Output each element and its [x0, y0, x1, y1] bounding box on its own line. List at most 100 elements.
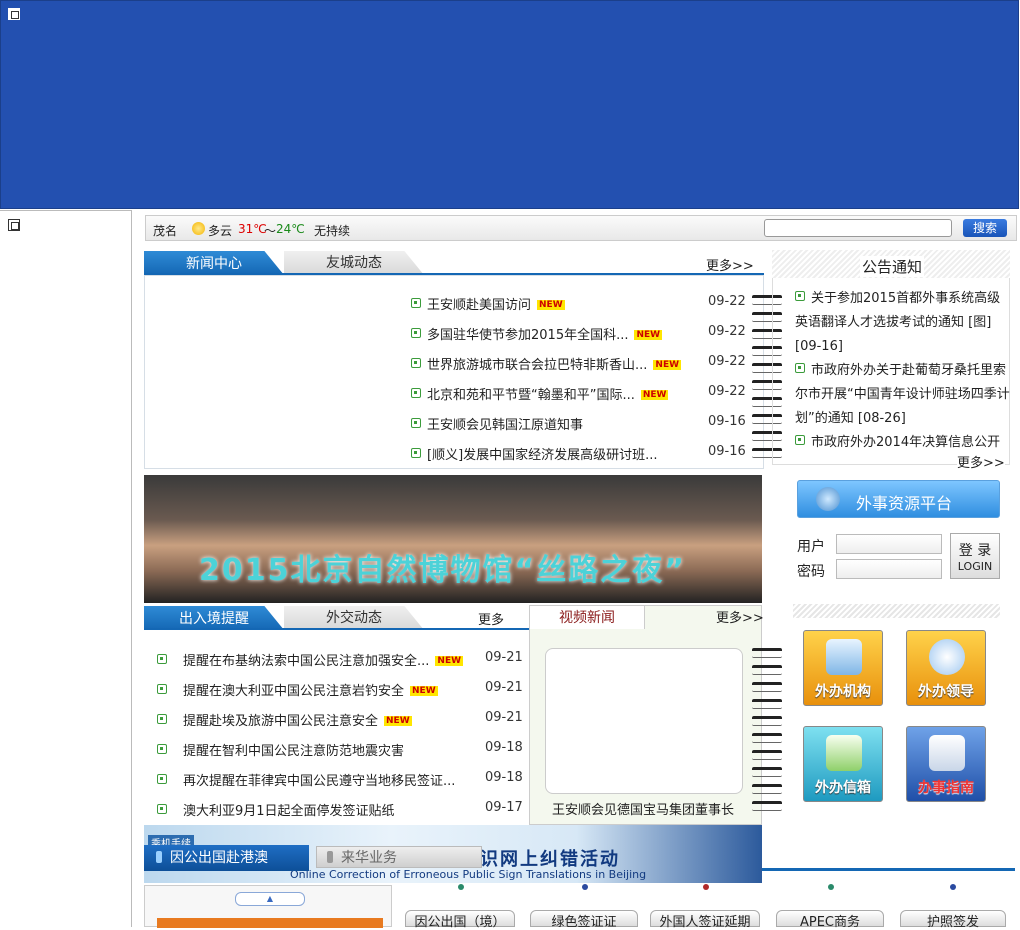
entry-title[interactable]: 澳大利亚9月1日起全面停发签证贴纸 [183, 804, 395, 819]
new-badge: NEW [410, 686, 438, 696]
bullet-icon [157, 744, 167, 754]
entry-date: 09-21 [485, 710, 523, 725]
entry-panel: 提醒在布基纳法索中国公民注意加强安全... NEW 09-21 提醒在澳大利亚中国… [144, 630, 528, 826]
news-title[interactable]: 王安顺会见韩国江原道知事 [427, 418, 583, 433]
sun-icon [192, 222, 205, 235]
video-thumbnail[interactable] [545, 648, 743, 794]
video-caption[interactable]: 王安顺会见德国宝马集团董事长 [552, 799, 734, 818]
password-field[interactable] [836, 559, 942, 579]
event-photo[interactable]: 2015北京自然博物馆“丝路之夜” [144, 475, 762, 603]
tile-foreign-office-agency[interactable]: 外办机构 [803, 630, 883, 706]
notice-more-link[interactable]: 更多>> [957, 452, 1005, 471]
news-item[interactable]: 世界旅游城市联合会拉巴特非斯香山... NEW [411, 354, 682, 376]
entry-title[interactable]: 提醒在布基纳法索中国公民注意加强安全... [183, 654, 429, 669]
entry-item[interactable]: 提醒在智利中国公民注意防范地震灾害 [157, 740, 404, 762]
tab-sister-city[interactable]: 友城动态 [284, 251, 424, 275]
news-title[interactable]: [顺义]发展中国家经济发展高级研讨班... [427, 448, 658, 463]
bottom-left-box: ▲ [144, 885, 392, 928]
bullet-icon [157, 714, 167, 724]
bullet-icon [795, 291, 805, 301]
entry-title[interactable]: 提醒赴埃及旅游中国公民注意安全 [183, 714, 378, 729]
tile-foreign-office-mailbox[interactable]: 外办信箱 [803, 726, 883, 802]
news-item[interactable]: 王安顺赴美国访问 NEW [411, 294, 565, 316]
entry-more-link[interactable]: 更多 [478, 609, 504, 628]
tab-entry-exit-reminder[interactable]: 出入境提醒 [144, 606, 284, 630]
card-apec-business[interactable]: APEC商务 [776, 910, 884, 930]
scroll-up-button[interactable]: ▲ [235, 892, 305, 906]
login-button-label: 登 录 [958, 543, 992, 559]
top-banner [0, 0, 1019, 209]
entry-date: 09-18 [485, 740, 523, 755]
entry-date: 09-17 [485, 800, 523, 815]
card-visa-extension[interactable]: 外国人签证延期 [650, 910, 760, 930]
photo-caption: 2015北京自然博物馆“丝路之夜” [199, 553, 686, 588]
card-label: APEC商务 [799, 915, 861, 930]
news-more-link[interactable]: 更多>> [706, 255, 754, 274]
new-badge: NEW [653, 360, 682, 370]
news-image-area [145, 276, 409, 468]
new-badge: NEW [634, 330, 663, 340]
new-badge: NEW [384, 716, 412, 726]
news-date: 09-16 [708, 414, 746, 429]
tab-news-center[interactable]: 新闻中心 [144, 251, 284, 275]
search-input[interactable] [764, 219, 952, 237]
card-official-abroad[interactable]: 因公出国（境） [405, 910, 515, 930]
binder-coil [752, 767, 782, 777]
entry-item[interactable]: 澳大利亚9月1日起全面停发签证贴纸 [157, 800, 395, 822]
entry-title[interactable]: 再次提醒在菲律宾中国公民遵守当地移民签证... [183, 774, 455, 789]
monitor-icon [826, 639, 862, 675]
pin-icon [458, 884, 464, 890]
resource-platform-button[interactable]: 外事资源平台 [797, 480, 1000, 518]
weather-condition: 多云 [208, 224, 233, 238]
notice-item[interactable]: 关于参加2015首都外事系统高级英语翻译人才选拔考试的通知 [图][09-16] [795, 287, 1010, 359]
search-button[interactable]: 搜索 [963, 219, 1007, 237]
notice-item-text[interactable]: 市政府外办2014年决算信息公开 [811, 435, 1000, 450]
tab-video-news[interactable]: 视频新闻 [530, 606, 645, 629]
tab-china-business[interactable]: 来华业务 [316, 846, 482, 868]
entry-item[interactable]: 提醒在布基纳法索中国公民注意加强安全... NEW [157, 650, 464, 672]
document-check-icon [929, 735, 965, 771]
news-title[interactable]: 世界旅游城市联合会拉巴特非斯香山... [427, 358, 647, 373]
entry-item[interactable]: 提醒在澳大利亚中国公民注意岩钓安全 NEW [157, 680, 438, 702]
news-item[interactable]: [顺义]发展中国家经济发展高级研讨班... [411, 444, 658, 466]
envelope-icon [826, 735, 862, 771]
pin-icon [950, 884, 956, 890]
binder-coil [752, 665, 782, 675]
tab-label: 来华业务 [341, 850, 397, 866]
binder-coil [752, 750, 782, 760]
bullet-icon [411, 388, 421, 398]
card-green-visa[interactable]: 绿色签证证 [530, 910, 638, 930]
tab-official-travel[interactable]: 因公出国赴港澳 [144, 845, 309, 871]
username-label: 用户 [797, 539, 825, 555]
tile-label: 办事指南 [918, 780, 974, 796]
news-item[interactable]: 北京和苑和平节暨“翰墨和平”国际... NEW [411, 384, 669, 406]
card-passport[interactable]: 护照签发 [900, 910, 1006, 930]
news-item[interactable]: 王安顺会见韩国江原道知事 [411, 414, 583, 436]
entry-item[interactable]: 再次提醒在菲律宾中国公民遵守当地移民签证... [157, 770, 455, 792]
tile-foreign-office-leaders[interactable]: 外办领导 [906, 630, 986, 706]
user-globe-icon [929, 639, 965, 675]
tile-service-guide[interactable]: 办事指南 [906, 726, 986, 802]
entry-title[interactable]: 提醒在澳大利亚中国公民注意岩钓安全 [183, 684, 404, 699]
binder-coil [752, 716, 782, 726]
card-label: 护照签发 [926, 915, 979, 930]
news-title[interactable]: 王安顺赴美国访问 [427, 298, 531, 313]
notice-item-text[interactable]: 关于参加2015首都外事系统高级英语翻译人才选拔考试的通知 [图][09-16] [795, 291, 1000, 354]
bullet-icon [157, 804, 167, 814]
new-badge: NEW [537, 300, 565, 310]
notice-item-text[interactable]: 市政府外办关于赴葡萄牙桑托里索尔市开展“中国青年设计师驻场四季计划”的通知 [0… [795, 363, 1010, 426]
news-item[interactable]: 多国驻华使节参加2015年全国科... NEW [411, 324, 663, 346]
entry-date: 09-21 [485, 680, 523, 695]
notice-item[interactable]: 市政府外办关于赴葡萄牙桑托里索尔市开展“中国青年设计师驻场四季计划”的通知 [0… [795, 359, 1010, 431]
news-title[interactable]: 多国驻华使节参加2015年全国科... [427, 328, 628, 343]
username-field[interactable] [836, 534, 942, 554]
entry-item[interactable]: 提醒赴埃及旅游中国公民注意安全 NEW [157, 710, 412, 732]
news-title[interactable]: 北京和苑和平节暨“翰墨和平”国际... [427, 388, 635, 403]
video-more-link[interactable]: 更多>> [716, 607, 764, 626]
entry-date: 09-18 [485, 770, 523, 785]
tab-diplomatic-news[interactable]: 外交动态 [284, 606, 424, 630]
bullet-icon [411, 328, 421, 338]
login-button[interactable]: 登 录 LOGIN [950, 533, 1000, 579]
bullet-icon [157, 684, 167, 694]
entry-title[interactable]: 提醒在智利中国公民注意防范地震灾害 [183, 744, 404, 759]
